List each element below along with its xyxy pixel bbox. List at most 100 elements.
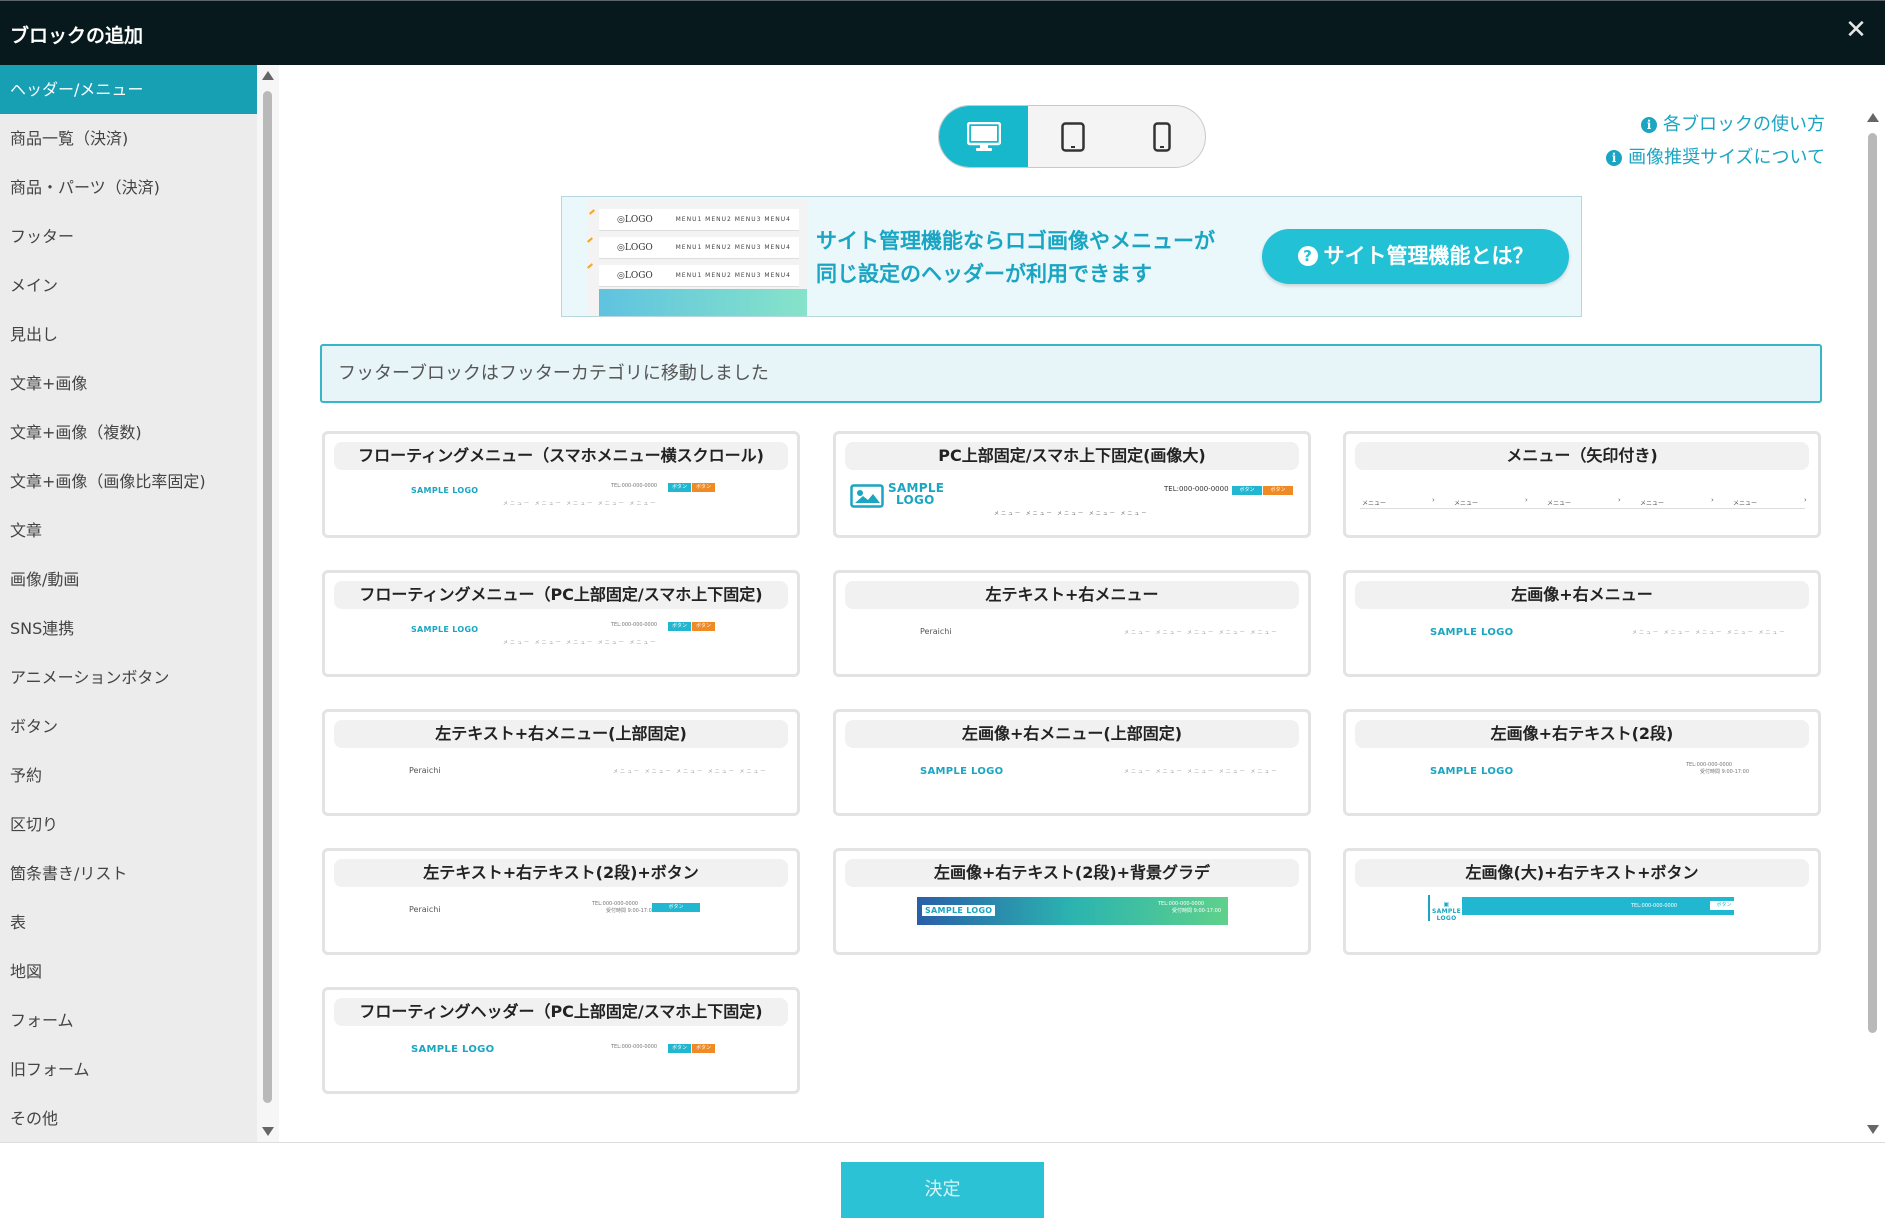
preview-menu-item: メニュー xyxy=(1640,500,1665,507)
sidebar-item-map[interactable]: 地図 xyxy=(0,947,257,996)
card-preview: Peraichi メニュー メニュー メニュー メニュー メニュー xyxy=(836,615,1308,673)
site-management-button-label: サイト管理機能とは？ xyxy=(1323,244,1534,268)
preview-logo: SAMPLE LOGO xyxy=(411,1044,495,1055)
image-size-link[interactable]: i 画像推奨サイズについて xyxy=(1606,141,1825,174)
sidebar-item-form[interactable]: フォーム xyxy=(0,996,257,1045)
mobile-icon xyxy=(1152,121,1171,152)
banner-line-2: 同じ設定のヘッダーが利用できます xyxy=(816,262,1152,286)
sidebar-item-divider[interactable]: 区切り xyxy=(0,800,257,849)
desktop-view-button[interactable] xyxy=(939,106,1028,167)
preview-logo-line: SAMPLE xyxy=(1432,908,1462,915)
card-preview: SAMPLE LOGO TEL:000-000-0000 受付時間 9:00-1… xyxy=(836,893,1308,951)
block-card-left-image-right-menu[interactable]: 左画像+右メニュー SAMPLE LOGO メニュー メニュー メニュー メニュ… xyxy=(1343,570,1821,677)
card-preview: SAMPLE LOGO メニュー メニュー メニュー メニュー メニュー xyxy=(1346,615,1818,673)
sidebar-item-animation-button[interactable]: アニメーションボタン xyxy=(0,653,257,702)
preview-menu-item: メニュー xyxy=(1362,500,1387,507)
sidebar-item-image-video[interactable]: 画像/動画 xyxy=(0,555,257,604)
preview-text-logo: Peraichi xyxy=(920,627,952,636)
preview-tel: TEL:000-000-0000 xyxy=(611,1044,658,1050)
card-preview: Peraichi メニュー メニュー メニュー メニュー メニュー xyxy=(325,754,797,812)
card-preview: SAMPLE LOGO TEL:000-000-0000 ボタン ボタン メニュ… xyxy=(325,615,797,673)
sidebar-item-text[interactable]: 文章 xyxy=(0,506,257,555)
preview-tel: TEL:000-000-0000 xyxy=(1164,485,1229,493)
chevron-right-icon: › xyxy=(1711,496,1714,504)
mock-logo: LOGO xyxy=(624,243,653,253)
preview-accent-line xyxy=(1428,895,1430,921)
sidebar-item-table[interactable]: 表 xyxy=(0,898,257,947)
block-card-floating-menu-pc-fixed[interactable]: フローティングメニュー（PC上部固定/スマホ上下固定) SAMPLE LOGO … xyxy=(322,570,800,677)
block-card-left-image-right-text[interactable]: 左画像+右テキスト(2段) SAMPLE LOGO TEL:000-000-00… xyxy=(1343,709,1821,816)
block-card-floating-menu-scroll[interactable]: フローティングメニュー（スマホメニュー横スクロール) SAMPLE LOGO T… xyxy=(322,431,800,538)
scroll-up-arrow-icon[interactable] xyxy=(262,71,274,80)
tablet-icon xyxy=(1060,121,1085,152)
preview-menu: メニュー メニュー メニュー メニュー メニュー xyxy=(994,511,1149,517)
block-card-floating-header[interactable]: フローティングヘッダー（PC上部固定/スマホ上下固定) SAMPLE LOGO … xyxy=(322,987,800,1094)
question-icon: ? xyxy=(1297,246,1318,266)
block-usage-link[interactable]: i 各ブロックの使い方 xyxy=(1606,108,1825,141)
sidebar-item-list[interactable]: 箇条書き/リスト xyxy=(0,849,257,898)
mobile-view-button[interactable] xyxy=(1117,106,1205,167)
sidebar-scroll-thumb[interactable] xyxy=(263,91,272,1103)
card-preview: SAMPLE LOGO メニュー メニュー メニュー メニュー メニュー xyxy=(836,754,1308,812)
dialog-title: ブロックの追加 xyxy=(10,25,144,47)
sidebar-item-button[interactable]: ボタン xyxy=(0,702,257,751)
site-management-button[interactable]: ? サイト管理機能とは？ xyxy=(1262,229,1569,284)
preview-menu: メニュー メニュー メニュー メニュー メニュー xyxy=(613,769,768,775)
dialog-footer: 決定 xyxy=(0,1142,1885,1227)
sidebar-item-text-image-multi[interactable]: 文章+画像（複数) xyxy=(0,408,257,457)
block-card-left-text-right-menu-fixed[interactable]: 左テキスト+右メニュー(上部固定) Peraichi メニュー メニュー メニュ… xyxy=(322,709,800,816)
card-title: フローティングヘッダー（PC上部固定/スマホ上下固定) xyxy=(334,998,788,1026)
sidebar-item-header-menu[interactable]: ヘッダー/メニュー xyxy=(0,65,257,114)
block-card-left-text-right-menu[interactable]: 左テキスト+右メニュー Peraichi メニュー メニュー メニュー メニュー… xyxy=(833,570,1311,677)
preview-menu: メニュー メニュー メニュー メニュー メニュー xyxy=(1124,630,1279,636)
tablet-view-button[interactable] xyxy=(1028,106,1117,167)
main-scroll-thumb[interactable] xyxy=(1868,133,1877,1033)
spark-decoration xyxy=(587,263,593,269)
scroll-up-arrow-icon[interactable] xyxy=(1867,113,1879,122)
block-card-menu-arrows[interactable]: メニュー（矢印付き) メニュー › メニュー › メニュー › メニュー › メニュー › xyxy=(1343,431,1821,538)
sidebar-item-text-image[interactable]: 文章+画像 xyxy=(0,359,257,408)
sidebar-item-main[interactable]: メイン xyxy=(0,261,257,310)
sidebar-item-other[interactable]: その他 xyxy=(0,1094,257,1143)
mock-header-row: ◎LOGO MENU1 MENU2 MENU3 MENU4 xyxy=(599,237,799,259)
card-title: 左テキスト+右メニュー xyxy=(845,581,1299,609)
card-title: 左画像+右メニュー(上部固定) xyxy=(845,720,1299,748)
mock-logo: LOGO xyxy=(624,271,653,281)
main-scrollbar[interactable] xyxy=(1862,65,1885,1142)
block-card-large-image-right-text-button[interactable]: 左画像(大)+右テキスト+ボタン ▣ SAMPLE LOGO TEL:000-000… xyxy=(1343,848,1821,955)
block-card-pc-fixed-large-image[interactable]: PC上部固定/スマホ上下固定(画像大) SAMPLE LOGO TEL:000-0… xyxy=(833,431,1311,538)
sidebar-item-sns[interactable]: SNS連携 xyxy=(0,604,257,653)
block-card-left-image-right-menu-fixed[interactable]: 左画像+右メニュー(上部固定) SAMPLE LOGO メニュー メニュー メニ… xyxy=(833,709,1311,816)
banner-text: サイト管理機能ならロゴ画像やメニューが 同じ設定のヘッダーが利用できます xyxy=(816,225,1215,291)
help-links: i 各ブロックの使い方 i 画像推奨サイズについて xyxy=(1606,108,1825,174)
sidebar-item-footer[interactable]: フッター xyxy=(0,212,257,261)
preview-logo: SAMPLE LOGO xyxy=(1430,627,1514,638)
sidebar-item-product-list[interactable]: 商品一覧（決済) xyxy=(0,114,257,163)
card-title: フローティングメニュー（スマホメニュー横スクロール) xyxy=(334,442,788,470)
preview-hours: 受付時間 9:00-17:00 xyxy=(1172,908,1222,914)
sidebar-item-reservation[interactable]: 予約 xyxy=(0,751,257,800)
preview-text-logo: Peraichi xyxy=(409,766,441,775)
block-card-left-image-right-text-gradient[interactable]: 左画像+右テキスト(2段)+背景グラデ SAMPLE LOGO TEL:000-… xyxy=(833,848,1311,955)
footer-moved-notice: フッターブロックはフッターカテゴリに移動しました xyxy=(320,344,1822,403)
confirm-button[interactable]: 決定 xyxy=(841,1162,1044,1218)
sidebar-item-product-parts[interactable]: 商品・パーツ（決済) xyxy=(0,163,257,212)
sidebar-scrollbar[interactable] xyxy=(257,65,279,1142)
block-card-left-text-right-text-button[interactable]: 左テキスト+右テキスト(2段)+ボタン Peraichi TEL:000-000… xyxy=(322,848,800,955)
sidebar-item-old-form[interactable]: 旧フォーム xyxy=(0,1045,257,1094)
card-title: PC上部固定/スマホ上下固定(画像大) xyxy=(845,442,1299,470)
card-title: フローティングメニュー（PC上部固定/スマホ上下固定) xyxy=(334,581,788,609)
sidebar-item-heading[interactable]: 見出し xyxy=(0,310,257,359)
preview-button: ボタン xyxy=(692,622,715,631)
image-icon xyxy=(850,484,884,508)
close-icon[interactable]: ✕ xyxy=(1841,15,1871,45)
preview-logo: SAMPLE LOGO xyxy=(922,905,996,916)
chevron-right-icon: › xyxy=(1525,496,1528,504)
card-preview: メニュー › メニュー › メニュー › メニュー › メニュー › xyxy=(1346,476,1818,534)
preview-button: ボタン xyxy=(652,903,700,912)
sidebar-item-text-image-ratio[interactable]: 文章+画像（画像比率固定) xyxy=(0,457,257,506)
scroll-down-arrow-icon[interactable] xyxy=(1867,1125,1879,1134)
card-title: 左画像+右テキスト(2段) xyxy=(1355,720,1809,748)
card-preview: SAMPLE LOGO TEL:000-000-0000 ボタン ボタン xyxy=(325,1032,797,1090)
scroll-down-arrow-icon[interactable] xyxy=(262,1127,274,1136)
